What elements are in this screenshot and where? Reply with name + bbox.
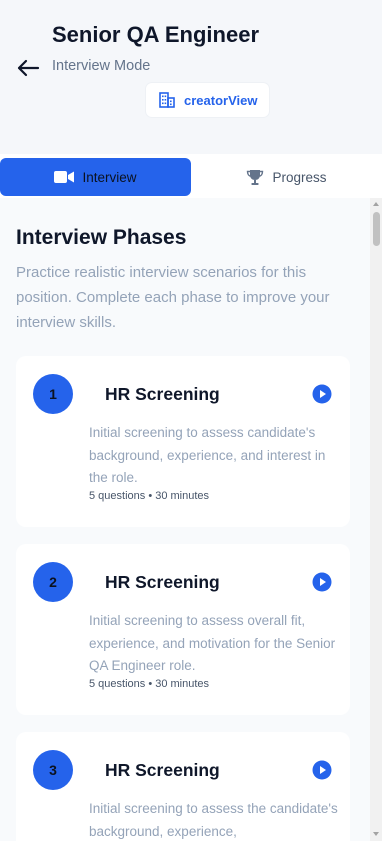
play-icon[interactable] — [312, 760, 332, 780]
building-icon — [159, 92, 175, 108]
tab-interview[interactable]: Interview — [0, 158, 191, 196]
tab-bar: Interview Progress — [0, 154, 382, 198]
tab-interview-label: Interview — [82, 169, 137, 185]
creator-view-button[interactable]: creatorView — [146, 83, 270, 117]
creator-view-label: creatorView — [184, 92, 258, 108]
phase-card[interactable]: 3 HR Screening Initial screening to asse… — [16, 732, 350, 841]
tab-progress-label: Progress — [272, 169, 327, 185]
play-icon[interactable] — [312, 384, 332, 404]
phase-meta: 5 questions • 30 minutes — [89, 678, 210, 690]
page-header: Senior QA Engineer Interview Mode creato… — [0, 0, 382, 136]
phase-title: HR Screening — [105, 760, 220, 780]
back-arrow-icon[interactable] — [14, 56, 42, 80]
section-description: Practice realistic interview scenarios f… — [16, 264, 330, 331]
tab-progress[interactable]: Progress — [191, 158, 382, 196]
phase-description: Initial screening to assess candidate's … — [89, 425, 326, 485]
page-title: Senior QA Engineer — [52, 22, 260, 47]
scrollbar-thumb[interactable] — [373, 212, 380, 246]
section-title: Interview Phases — [16, 226, 187, 249]
phase-title: HR Screening — [105, 572, 220, 592]
scroll-up-arrow-icon[interactable] — [373, 202, 379, 206]
phase-number-badge: 2 — [33, 562, 73, 602]
trophy-icon — [247, 170, 264, 185]
phase-card[interactable]: 1 HR Screening Initial screening to asse… — [16, 356, 350, 527]
scrollbar[interactable] — [370, 198, 382, 841]
scroll-down-arrow-icon[interactable] — [373, 832, 379, 836]
phase-meta: 5 questions • 30 minutes — [89, 490, 210, 502]
phase-description: Initial screening to assess the candidat… — [89, 801, 338, 839]
main-content: Interview Phases Practice realistic inte… — [0, 198, 370, 841]
phase-number-badge: 1 — [33, 374, 73, 414]
phase-description: Initial screening to assess overall fit,… — [89, 613, 336, 673]
phase-card[interactable]: 2 HR Screening Initial screening to asse… — [16, 544, 350, 715]
play-icon[interactable] — [312, 572, 332, 592]
page-subtitle: Interview Mode — [52, 58, 151, 74]
video-camera-icon — [54, 171, 75, 183]
phase-title: HR Screening — [105, 384, 220, 404]
phase-number-badge: 3 — [33, 750, 73, 790]
